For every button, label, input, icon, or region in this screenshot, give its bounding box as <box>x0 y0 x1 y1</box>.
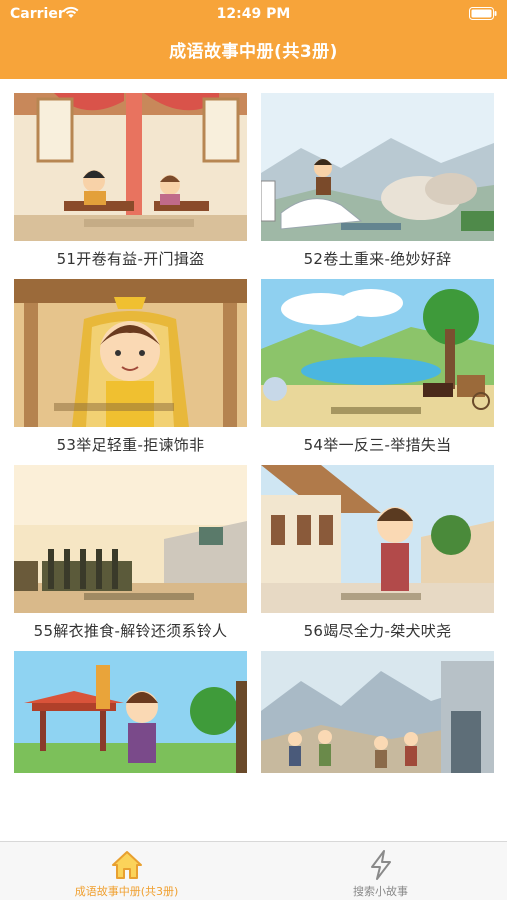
story-thumbnail[interactable] <box>261 279 494 427</box>
story-thumbnail[interactable] <box>14 279 247 427</box>
story-title[interactable]: 54举一反三-举措失当 <box>261 427 494 463</box>
story-thumbnail[interactable] <box>261 465 494 613</box>
story-title[interactable]: 52卷土重来-绝妙好辞 <box>261 241 494 277</box>
tab-bar: 成语故事中册(共3册) 搜索小故事 <box>0 841 507 900</box>
lightning-icon <box>370 850 391 880</box>
status-bar: Carrier 12:49 PM <box>0 0 507 28</box>
story-title[interactable] <box>14 799 247 835</box>
story-title[interactable]: 56竭尽全力-桀犬吠尧 <box>261 613 494 649</box>
page-title: 成语故事中册(共3册) <box>169 42 338 62</box>
status-time: 12:49 PM <box>216 6 291 22</box>
battery-icon <box>469 7 497 20</box>
story-title[interactable]: 55解衣推食-解铃还须系铃人 <box>14 613 247 649</box>
home-icon <box>111 851 142 879</box>
story-thumbnail[interactable] <box>14 93 247 241</box>
story-title[interactable]: 51开卷有益-开门揖盗 <box>14 241 247 277</box>
tab-search[interactable]: 搜索小故事 <box>254 842 507 900</box>
story-title[interactable] <box>261 799 494 835</box>
tab-home-label: 成语故事中册(共3册) <box>74 885 179 898</box>
story-thumbnail[interactable] <box>14 465 247 613</box>
story-thumbnail[interactable] <box>261 651 494 773</box>
story-grid[interactable]: 51开卷有益-开门揖盗 52卷土重来-绝妙好辞 53举足轻重-拒谏饰非 54举一… <box>0 79 507 841</box>
tab-home[interactable]: 成语故事中册(共3册) <box>0 842 253 900</box>
story-title[interactable]: 53举足轻重-拒谏饰非 <box>14 427 247 463</box>
tab-search-label: 搜索小故事 <box>353 885 408 898</box>
header-bar: Carrier 12:49 PM 成语故事中册(共3册) <box>0 0 507 79</box>
story-thumbnail[interactable] <box>261 93 494 241</box>
story-thumbnail[interactable] <box>14 651 247 773</box>
